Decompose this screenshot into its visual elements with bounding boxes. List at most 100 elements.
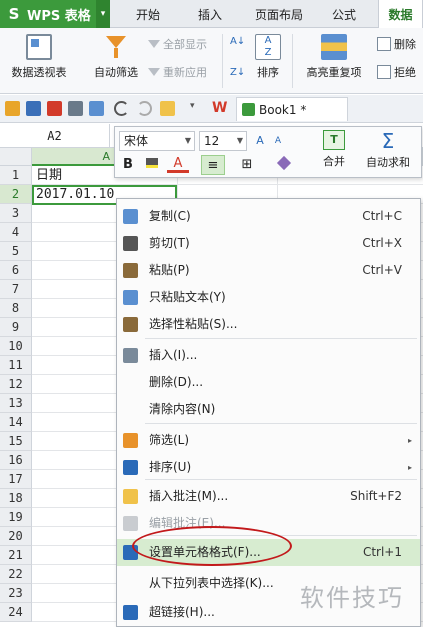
align-center-button[interactable]: ≡: [201, 155, 225, 175]
font-color-button[interactable]: A: [167, 155, 189, 173]
menu-item[interactable]: 粘贴(P) Ctrl+V: [117, 257, 420, 284]
print-preview-icon[interactable]: [89, 101, 104, 116]
row-header[interactable]: 14: [0, 413, 32, 432]
context-menu: 复制(C) Ctrl+C 剪切(T) Ctrl+X 粘贴(P) Ctrl+V 只粘贴文本(Y…: [116, 198, 421, 627]
insert-icon: [123, 348, 138, 363]
row-header[interactable]: 8: [0, 299, 32, 318]
open-folder-icon[interactable]: [5, 101, 20, 116]
menu-item-label: 排序(U): [149, 460, 192, 474]
menu-item[interactable]: 只粘贴文本(Y): [117, 284, 420, 311]
row-header[interactable]: 3: [0, 204, 32, 223]
delete-duplicates-button[interactable]: 删除: [377, 35, 416, 53]
font-size-select[interactable]: 12 ▼: [199, 131, 247, 151]
menu-item[interactable]: 选择性粘贴(S)...: [117, 311, 420, 338]
highlight-duplicates-button[interactable]: 高亮重复项: [298, 34, 370, 80]
paste-icon: [123, 263, 138, 278]
format-painter-button[interactable]: [275, 155, 293, 175]
menu-item[interactable]: 复制(C) Ctrl+C: [117, 203, 420, 230]
reapply-button[interactable]: 重新应用: [148, 63, 207, 81]
row-header[interactable]: 19: [0, 508, 32, 527]
chevron-down-icon: ▼: [236, 136, 243, 145]
row-header[interactable]: 11: [0, 356, 32, 375]
row-header[interactable]: 5: [0, 242, 32, 261]
reapply-label: 重新应用: [163, 66, 207, 79]
cell-a1[interactable]: 日期: [36, 167, 62, 185]
row-header[interactable]: 10: [0, 337, 32, 356]
bold-button[interactable]: B: [119, 155, 137, 175]
autofilter-button[interactable]: 自动筛选: [88, 34, 144, 80]
row-header[interactable]: 9: [0, 318, 32, 337]
copy-icon: [123, 209, 138, 224]
tab-page-layout[interactable]: 页面布局: [244, 0, 314, 28]
menu-item[interactable]: 删除(D)...: [117, 369, 420, 396]
sort-button[interactable]: AZ 排序: [252, 34, 284, 80]
menu-item-label: 插入(I)...: [149, 348, 198, 362]
menu-item[interactable]: 排序(U) ▸: [117, 454, 420, 481]
menu-item-shortcut: Shift+F2: [350, 489, 402, 503]
row-header[interactable]: 2: [0, 185, 32, 204]
funnel-icon: [148, 68, 160, 76]
undo-icon[interactable]: [114, 101, 129, 116]
sort-label: 排序: [257, 66, 279, 79]
row-header[interactable]: 4: [0, 223, 32, 242]
align-center-icon: ≡: [207, 158, 219, 173]
chevron-down-icon[interactable]: ▾: [190, 101, 205, 116]
pdf-icon[interactable]: [47, 101, 62, 116]
new-document-icon[interactable]: [160, 101, 175, 116]
borders-button[interactable]: ⊞: [235, 155, 259, 175]
font-name-select[interactable]: 宋体 ▼: [119, 131, 195, 151]
paint-bucket-icon: [146, 158, 158, 168]
tab-insert[interactable]: 插入: [182, 0, 238, 28]
reject-button[interactable]: 拒绝: [377, 63, 416, 81]
name-box[interactable]: A2: [0, 124, 110, 148]
row-header[interactable]: 1: [0, 166, 32, 185]
row-header[interactable]: 6: [0, 261, 32, 280]
edit-comment-icon: [123, 516, 138, 531]
menu-item[interactable]: 剪切(T) Ctrl+X: [117, 230, 420, 257]
menu-item-label: 筛选(L): [149, 433, 190, 447]
sort-asc-button[interactable]: A↓: [230, 34, 247, 52]
increase-font-icon[interactable]: A: [251, 131, 269, 151]
row-header[interactable]: 12: [0, 375, 32, 394]
show-all-label: 全部显示: [163, 38, 207, 51]
sort-desc-button[interactable]: Z↓: [230, 65, 247, 83]
row-header[interactable]: 15: [0, 432, 32, 451]
row-header[interactable]: 7: [0, 280, 32, 299]
menu-item-shortcut: Ctrl+1: [362, 545, 402, 559]
wps-logo-icon: S: [8, 5, 20, 23]
row-header[interactable]: 17: [0, 470, 32, 489]
decrease-font-icon[interactable]: A: [269, 131, 287, 151]
pivot-table-button[interactable]: 数据透视表: [6, 34, 72, 80]
row-header[interactable]: 13: [0, 394, 32, 413]
save-icon[interactable]: [26, 101, 41, 116]
menu-item[interactable]: 插入批注(M)... Shift+F2: [117, 483, 420, 510]
menu-item[interactable]: 清除内容(N): [117, 396, 420, 423]
print-icon[interactable]: [68, 101, 83, 116]
tab-data[interactable]: 数据: [378, 0, 423, 29]
borders-icon: ⊞: [241, 157, 253, 172]
row-header[interactable]: 23: [0, 584, 32, 603]
title-bar: S WPS 表格 ▾ 开始 插入 页面布局 公式 数据: [0, 0, 423, 29]
workbook-tab[interactable]: Book1 *: [236, 97, 348, 121]
select-all-corner[interactable]: [0, 148, 32, 166]
tab-home[interactable]: 开始: [120, 0, 176, 28]
menu-item[interactable]: 插入(I)...: [117, 342, 420, 369]
format-painter-icon: [276, 155, 292, 171]
chevron-down-icon[interactable]: ▾: [96, 0, 110, 28]
tab-formulas[interactable]: 公式: [318, 0, 370, 28]
row-header[interactable]: 21: [0, 546, 32, 565]
merge-button[interactable]: T 合并: [313, 130, 355, 169]
row-header[interactable]: 24: [0, 603, 32, 622]
row-header[interactable]: 16: [0, 451, 32, 470]
fill-color-button[interactable]: [141, 155, 163, 175]
show-all-button[interactable]: 全部显示: [148, 35, 207, 53]
paste-special-icon: [123, 317, 138, 332]
redo-icon[interactable]: [137, 101, 152, 116]
row-header[interactable]: 20: [0, 527, 32, 546]
app-menu-button[interactable]: S WPS 表格 ▾: [0, 0, 110, 28]
row-header[interactable]: 18: [0, 489, 32, 508]
autosum-button[interactable]: Σ 自动求和: [357, 130, 419, 170]
row-header[interactable]: 22: [0, 565, 32, 584]
menu-item-label: 从下拉列表中选择(K)...: [149, 576, 274, 590]
menu-item[interactable]: 筛选(L) ▸: [117, 427, 420, 454]
